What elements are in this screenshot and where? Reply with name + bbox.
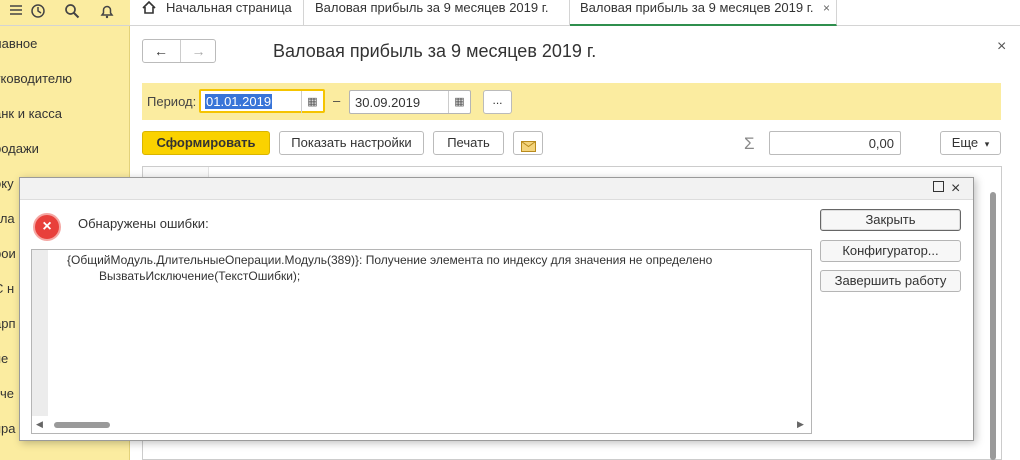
period-select-button[interactable]: ... xyxy=(483,90,512,114)
chevron-down-icon: ▾ xyxy=(984,139,990,149)
scrollbar-thumb[interactable] xyxy=(54,422,110,428)
error-dialog: × × Обнаружены ошибки: {ОбщийМодуль.Длит… xyxy=(19,177,974,441)
dialog-header: × xyxy=(20,178,973,200)
period-from-field[interactable]: 01.01.2019 ▦ xyxy=(199,89,325,113)
dialog-title: Обнаружены ошибки: xyxy=(78,216,209,231)
sidebar-item[interactable]: С н xyxy=(0,279,14,299)
top-icons-panel xyxy=(0,0,130,26)
bell-icon[interactable] xyxy=(97,3,117,23)
tab-label: Начальная страница xyxy=(166,0,292,15)
sidebar-item[interactable]: пе xyxy=(0,349,8,369)
back-button[interactable]: ← xyxy=(143,40,179,62)
period-label: Период: xyxy=(147,94,197,109)
maximize-icon[interactable] xyxy=(933,181,944,192)
more-label: Еще xyxy=(951,135,979,150)
sidebar-item[interactable]: родажи xyxy=(0,139,39,159)
close-form-icon[interactable]: × xyxy=(997,38,1006,56)
period-from-value: 01.01.2019 xyxy=(205,94,273,109)
forward-button[interactable]: → xyxy=(180,40,216,62)
close-button[interactable]: Закрыть xyxy=(820,209,961,231)
tab-home[interactable]: Начальная страница xyxy=(130,0,304,26)
navigation-buttons: ← → xyxy=(142,39,216,63)
period-bar: Период: 01.01.2019 ▦ – 30.09.2019 ▦ ... xyxy=(142,83,1001,120)
more-button[interactable]: Еще ▾ xyxy=(940,131,1001,155)
error-icon: × xyxy=(33,213,61,241)
report-vertical-scrollbar[interactable] xyxy=(987,170,999,460)
configurator-button[interactable]: Конфигуратор... xyxy=(820,240,961,262)
sigma-icon: Σ xyxy=(744,134,755,153)
tab-label: Валовая прибыль за 9 месяцев 2019 г. xyxy=(580,0,814,15)
sidebar-item[interactable]: анк и касса xyxy=(0,104,62,124)
sidebar-item[interactable]: кла xyxy=(0,209,15,229)
generate-button[interactable]: Сформировать xyxy=(142,131,270,155)
sidebar-item[interactable]: арп xyxy=(0,314,16,334)
history-icon[interactable] xyxy=(28,3,48,23)
sidebar-item[interactable]: рои xyxy=(0,244,16,264)
message-gutter xyxy=(32,250,48,416)
period-to-value: 30.09.2019 xyxy=(355,95,421,110)
calendar-icon[interactable]: ▦ xyxy=(301,91,323,113)
sum-value: 0,00 xyxy=(868,136,894,151)
exit-button[interactable]: Завершить работу xyxy=(820,270,961,292)
envelope-icon xyxy=(521,137,536,159)
error-text-line: {ОбщийМодуль.ДлительныеОперации.Модуль(3… xyxy=(67,253,713,267)
dialog-close-icon[interactable]: × xyxy=(951,178,960,200)
tab-close-icon[interactable]: × xyxy=(823,0,830,16)
tab-report-1[interactable]: Валовая прибыль за 9 месяцев 2019 г. xyxy=(304,0,570,26)
sum-field: 0,00 xyxy=(769,131,901,155)
sidebar-item[interactable]: лавное xyxy=(0,34,37,54)
menu-icon[interactable] xyxy=(6,3,26,23)
message-horizontal-scrollbar[interactable]: ◀ ▶ xyxy=(32,418,811,432)
page-title: Валовая прибыль за 9 месяцев 2019 г. xyxy=(273,41,597,61)
sidebar-item[interactable]: уководителю xyxy=(0,69,72,89)
scrollbar-thumb[interactable] xyxy=(990,192,996,460)
sidebar-item[interactable]: оку xyxy=(0,174,14,194)
error-text-line: ВызватьИсключение(ТекстОшибки); xyxy=(99,269,301,283)
tab-report-active[interactable]: Валовая прибыль за 9 месяцев 2019 г. × xyxy=(570,0,837,26)
show-settings-button[interactable]: Показать настройки xyxy=(279,131,424,155)
search-icon[interactable] xyxy=(62,3,82,23)
period-to-field[interactable]: 30.09.2019 ▦ xyxy=(349,90,471,114)
scroll-right-icon[interactable]: ▶ xyxy=(797,419,804,430)
email-button[interactable] xyxy=(513,131,543,155)
calendar-icon[interactable]: ▦ xyxy=(448,91,470,113)
sidebar-item[interactable]: тче xyxy=(0,384,14,404)
tab-label: Валовая прибыль за 9 месяцев 2019 г. xyxy=(315,0,549,15)
period-separator: – xyxy=(333,93,341,108)
scroll-left-icon[interactable]: ◀ xyxy=(36,419,43,430)
sidebar-item[interactable]: пра xyxy=(0,419,16,439)
print-button[interactable]: Печать xyxy=(433,131,504,155)
home-icon xyxy=(142,0,156,19)
error-message-box[interactable]: {ОбщийМодуль.ДлительныеОперации.Модуль(3… xyxy=(31,249,812,434)
